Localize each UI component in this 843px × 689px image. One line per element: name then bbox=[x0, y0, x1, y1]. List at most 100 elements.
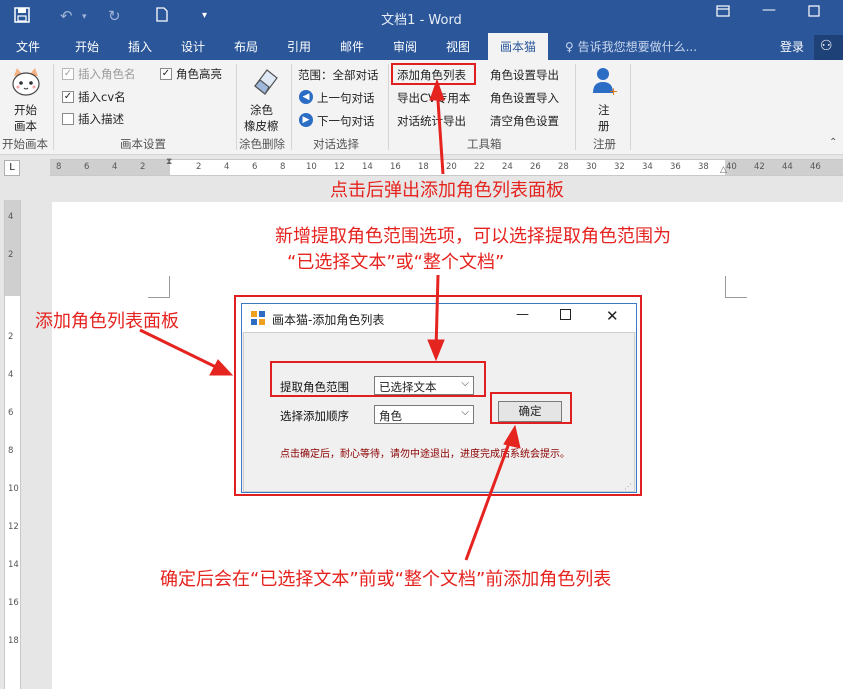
ruler-number: 8 bbox=[56, 162, 62, 172]
tell-me-text: 告诉我您想要做什么... bbox=[577, 40, 698, 54]
horizontal-ruler[interactable]: 8 6 4 2 2 4 6 8 10 12 14 16 18 20 22 24 … bbox=[50, 157, 843, 176]
group-divider bbox=[291, 64, 292, 150]
tell-me-search[interactable]: ♀ 告诉我您想要做什么... bbox=[565, 38, 697, 55]
erase-color-button[interactable]: 涂色 橡皮檫 bbox=[242, 64, 288, 133]
dialog-stats-button[interactable]: 对话统计导出 bbox=[397, 113, 466, 129]
start-script-label-2: 画本 bbox=[14, 119, 37, 133]
ruler-number: 24 bbox=[502, 162, 513, 172]
role-export-button[interactable]: 角色设置导出 bbox=[490, 67, 559, 83]
insert-desc-label: 插入描述 bbox=[78, 112, 124, 126]
ruler-number: 34 bbox=[642, 162, 653, 172]
annotation-range-2: “已选择文本”或“整个文档” bbox=[287, 252, 505, 273]
start-script-label-1: 开始 bbox=[14, 103, 37, 117]
insert-role-name-checkbox[interactable]: ✓ bbox=[62, 68, 74, 80]
insert-desc-checkbox[interactable] bbox=[62, 113, 74, 125]
ruler-number: 8 bbox=[8, 446, 14, 456]
insert-role-name-label: 插入角色名 bbox=[78, 67, 136, 81]
group-divider bbox=[575, 64, 576, 150]
ruler-number: 16 bbox=[390, 162, 401, 172]
dialog-minimize-icon[interactable]: — bbox=[516, 307, 529, 322]
ruler-number: 26 bbox=[530, 162, 541, 172]
tab-references[interactable]: 引用 bbox=[287, 38, 311, 55]
ruler-number: 22 bbox=[474, 162, 485, 172]
ruler-number: 44 bbox=[782, 162, 793, 172]
group-divider bbox=[630, 64, 631, 150]
ruler-number: 2 bbox=[8, 250, 14, 260]
login-button[interactable]: 登录 bbox=[780, 38, 804, 55]
resize-grip-icon[interactable]: ⋰ bbox=[624, 482, 632, 491]
role-import-button[interactable]: 角色设置导入 bbox=[490, 90, 559, 106]
dialog-close-icon[interactable]: ✕ bbox=[606, 307, 619, 325]
ruler-number: 18 bbox=[418, 162, 429, 172]
group-label-script-settings: 画本设置 bbox=[120, 137, 166, 151]
ruler-number: 6 bbox=[8, 408, 14, 418]
indent-marker-icon[interactable]: ⧗ bbox=[166, 157, 172, 167]
dialog-range-label[interactable]: 范围：全部对话 bbox=[298, 67, 379, 83]
tab-view[interactable]: 视图 bbox=[446, 38, 470, 55]
order-select-value: 角色 bbox=[379, 409, 402, 423]
ribbon-display-icon[interactable] bbox=[716, 5, 730, 21]
ruler-number: 30 bbox=[586, 162, 597, 172]
tab-mailings[interactable]: 邮件 bbox=[340, 38, 364, 55]
highlight-box-ok bbox=[490, 392, 572, 424]
maximize-icon[interactable] bbox=[808, 5, 820, 21]
right-indent-marker-icon[interactable]: △ bbox=[720, 165, 727, 175]
ruler-number: 12 bbox=[8, 522, 19, 532]
vertical-ruler[interactable]: 4 2 2 4 6 8 10 12 14 16 18 bbox=[4, 200, 21, 689]
cat-icon bbox=[10, 66, 42, 98]
ribbon-tabs: 文件 开始 插入 设计 布局 引用 邮件 审阅 视图 画本猫 ♀ 告诉我您想要做… bbox=[0, 33, 843, 60]
export-cv-button[interactable]: 导出CV专用本 bbox=[397, 90, 470, 106]
dialog-title: 画本猫-添加角色列表 bbox=[272, 313, 385, 327]
tab-layout[interactable]: 布局 bbox=[234, 38, 258, 55]
group-divider bbox=[236, 64, 237, 150]
dialog-hint: 点击确定后，耐心等待，请勿中途退出，进度完成后系统会提示。 bbox=[280, 449, 570, 460]
tab-insert[interactable]: 插入 bbox=[128, 38, 152, 55]
ruler-number: 18 bbox=[8, 636, 19, 646]
ruler-number: 4 bbox=[112, 162, 118, 172]
dialog-title-bar[interactable]: 画本猫-添加角色列表 — ✕ bbox=[242, 304, 636, 332]
ruler-number: 38 bbox=[698, 162, 709, 172]
role-clear-button[interactable]: 清空角色设置 bbox=[490, 113, 559, 129]
group-label-toolbox: 工具箱 bbox=[467, 137, 502, 151]
ruler-number: 42 bbox=[754, 162, 765, 172]
register-label-2: 册 bbox=[598, 119, 610, 133]
insert-cv-name-checkbox[interactable]: ✓ bbox=[62, 91, 74, 103]
share-button[interactable]: ⚇ bbox=[814, 35, 843, 60]
register-button[interactable]: + 注 册 bbox=[584, 64, 624, 133]
highlight-box-range bbox=[270, 361, 486, 397]
next-dialog-button[interactable]: 下一句对话 bbox=[317, 113, 375, 129]
group-divider bbox=[53, 64, 54, 150]
order-label: 选择添加顺序 bbox=[280, 409, 349, 423]
ruler-number: 46 bbox=[810, 162, 821, 172]
tab-home[interactable]: 开始 bbox=[75, 38, 99, 55]
svg-text:+: + bbox=[609, 85, 618, 96]
dialog-body: 提取角色范围 已选择文本 ⌵ 选择添加顺序 角色 ⌵ 确定 点击确定后，耐心等待… bbox=[243, 332, 635, 492]
ruler-number: 28 bbox=[558, 162, 569, 172]
ruler-number: 40 bbox=[726, 162, 737, 172]
tab-review[interactable]: 审阅 bbox=[393, 38, 417, 55]
annotation-confirm: 确定后会在“已选择文本”前或“整个文档”前添加角色列表 bbox=[160, 569, 612, 590]
tab-huabenmao[interactable]: 画本猫 bbox=[488, 33, 549, 60]
ruler-number: 16 bbox=[8, 598, 19, 608]
ruler-number: 2 bbox=[196, 162, 202, 172]
role-highlight-checkbox[interactable]: ✓ bbox=[160, 68, 172, 80]
chevron-down-icon: ⌵ bbox=[461, 407, 469, 418]
ruler-number: 2 bbox=[8, 332, 14, 342]
prev-dialog-button[interactable]: 上一句对话 bbox=[317, 90, 375, 106]
ruler-number: 8 bbox=[280, 162, 286, 172]
tab-file[interactable]: 文件 bbox=[16, 38, 40, 55]
dialog-maximize-icon[interactable] bbox=[560, 309, 571, 324]
start-script-button[interactable]: 开始 画本 bbox=[6, 64, 46, 133]
tab-stop-selector[interactable]: L bbox=[4, 160, 20, 176]
collapse-ribbon-icon[interactable]: ⌃ bbox=[829, 137, 837, 148]
minimize-icon[interactable]: — bbox=[762, 2, 776, 18]
annotation-popup: 点击后弹出添加角色列表面板 bbox=[330, 180, 564, 201]
ruler-margin-left bbox=[50, 160, 170, 175]
add-role-list-dialog: 画本猫-添加角色列表 — ✕ 提取角色范围 已选择文本 ⌵ 选择添加顺序 角色 … bbox=[241, 303, 637, 493]
order-select[interactable]: 角色 ⌵ bbox=[374, 405, 474, 424]
ruler-number: 36 bbox=[670, 162, 681, 172]
annotation-panel: 添加角色列表面板 bbox=[35, 311, 179, 332]
ruler-number: 10 bbox=[8, 484, 19, 494]
group-label-erase: 涂色删除 bbox=[239, 137, 285, 151]
tab-design[interactable]: 设计 bbox=[181, 38, 205, 55]
